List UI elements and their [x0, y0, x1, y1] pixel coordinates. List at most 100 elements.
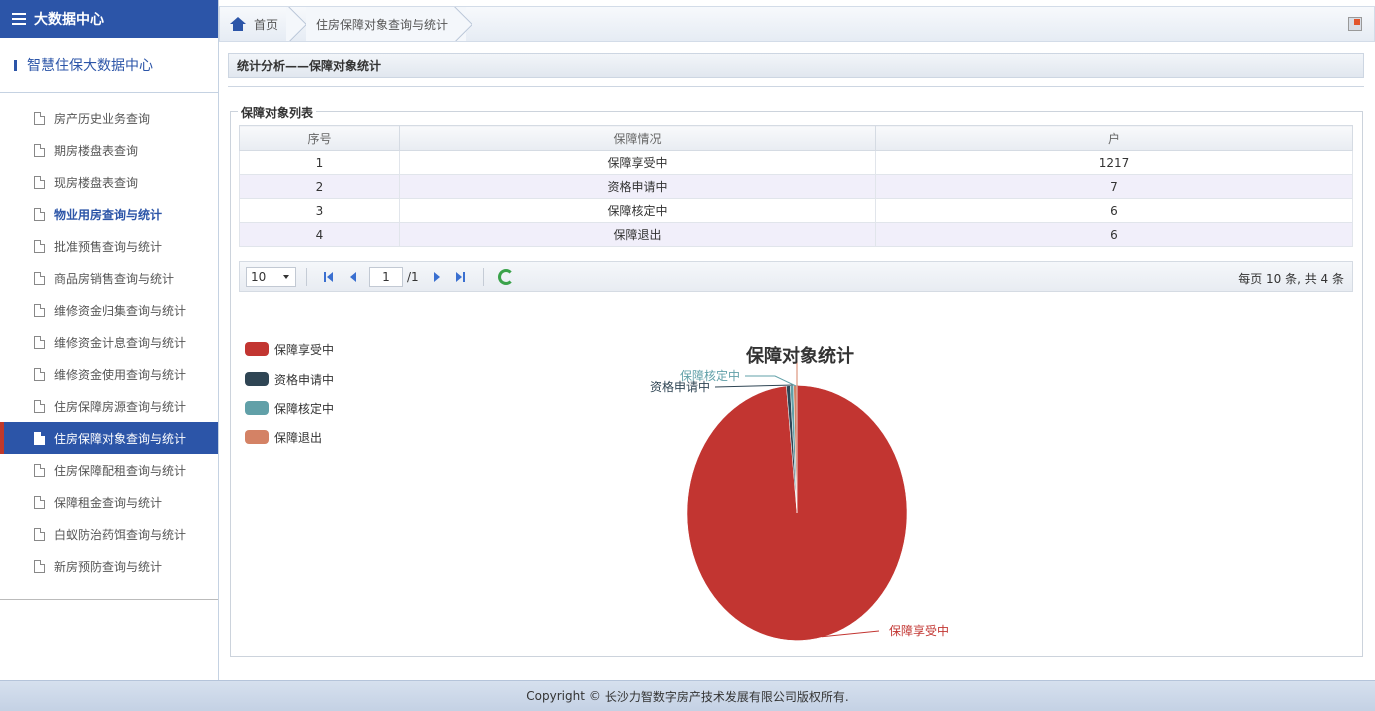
sidebar-item-housing-source[interactable]: 住房保障房源查询与统计	[0, 390, 218, 422]
document-icon	[34, 559, 45, 573]
pager-separator	[482, 267, 484, 286]
document-icon	[34, 143, 45, 157]
sidebar-item-label: 保障租金查询与统计	[54, 495, 163, 510]
next-page-icon[interactable]	[429, 269, 445, 285]
document-icon	[34, 175, 45, 189]
copyright-symbol: ©	[588, 689, 601, 703]
page-number-input[interactable]: 1	[369, 266, 403, 287]
legend-swatch	[245, 430, 269, 444]
sidebar: 大数据中心 智慧住保大数据中心 房产历史业务查询 期房楼盘表查询 现房楼盘表查询…	[0, 0, 219, 680]
sidebar-item-termite-bait[interactable]: 白蚁防治药饵查询与统计	[0, 518, 218, 550]
sidebar-item-property-history[interactable]: 房产历史业务查询	[0, 102, 218, 134]
sidebar-item-fund-usage[interactable]: 维修资金使用查询与统计	[0, 358, 218, 390]
sidebar-item-property-rooms[interactable]: 物业用房查询与统计	[0, 198, 218, 230]
sidebar-item-label: 批准预售查询与统计	[54, 239, 163, 254]
table-cell: 3	[239, 198, 400, 223]
document-icon	[34, 335, 45, 349]
pagination-bar: 10 1 /1 每页 10 条, 共 4 条	[239, 261, 1353, 292]
legend-label: 保障退出	[274, 430, 323, 445]
document-icon	[34, 207, 45, 221]
table-row[interactable]: 1 保障享受中 1217	[239, 150, 1353, 175]
document-icon	[34, 271, 45, 285]
sidebar-item-rent[interactable]: 保障租金查询与统计	[0, 486, 218, 518]
chevron-down-icon	[283, 274, 289, 279]
section-divider	[228, 86, 1364, 87]
legend-item[interactable]: 资格申请中	[245, 371, 334, 387]
sidebar-item-label: 住房保障房源查询与统计	[54, 399, 187, 414]
sidebar-item-label: 住房保障配租查询与统计	[54, 463, 187, 478]
legend-item[interactable]: 保障核定中	[245, 400, 334, 416]
previous-page-icon[interactable]	[345, 269, 361, 285]
legend-label: 保障核定中	[274, 401, 335, 416]
sidebar-item-approved-presale[interactable]: 批准预售查询与统计	[0, 230, 218, 262]
legend-swatch	[245, 342, 269, 356]
sidebar-item-label: 住房保障对象查询与统计	[54, 431, 187, 446]
sidebar-item-fund-collection[interactable]: 维修资金归集查询与统计	[0, 294, 218, 326]
table-row[interactable]: 3 保障核定中 6	[239, 198, 1353, 223]
table-row[interactable]: 2 资格申请中 7	[239, 174, 1353, 199]
breadcrumb: 首页 住房保障对象查询与统计	[219, 6, 1375, 42]
document-icon	[34, 527, 45, 541]
sidebar-subheader[interactable]: 智慧住保大数据中心	[0, 38, 218, 93]
breadcrumb-home[interactable]: 首页	[230, 7, 278, 41]
section-title: 统计分析——保障对象统计	[237, 59, 382, 73]
pie-label: 保障核定中	[680, 368, 740, 383]
table-cell: 保障核定中	[399, 198, 876, 223]
sidebar-item-housing-target[interactable]: 住房保障对象查询与统计	[0, 422, 218, 454]
table-cell: 2	[239, 174, 400, 199]
table-row[interactable]: 4 保障退出 6	[239, 222, 1353, 247]
sidebar-item-existing-building[interactable]: 现房楼盘表查询	[0, 166, 218, 198]
sidebar-item-label: 维修资金使用查询与统计	[54, 367, 187, 382]
refresh-icon[interactable]	[497, 268, 514, 285]
sidebar-brand[interactable]: 大数据中心	[0, 0, 218, 38]
sidebar-item-housing-allocation[interactable]: 住房保障配租查询与统计	[0, 454, 218, 486]
sidebar-item-presale-building[interactable]: 期房楼盘表查询	[0, 134, 218, 166]
sidebar-item-label: 物业用房查询与统计	[54, 207, 163, 222]
document-icon	[34, 239, 45, 253]
chart-title: 保障对象统计	[746, 346, 854, 367]
document-icon	[34, 111, 45, 125]
table-cell: 6	[875, 222, 1353, 247]
sidebar-item-label: 商品房销售查询与统计	[54, 271, 175, 286]
page-size-select[interactable]: 10	[246, 266, 296, 287]
sidebar-item-commercial-sales[interactable]: 商品房销售查询与统计	[0, 262, 218, 294]
footer: Copyright © 长沙力智数字房产技术发展有限公司版权所有.	[0, 680, 1375, 711]
legend-item[interactable]: 保障退出	[245, 429, 322, 445]
section-title-bar: 统计分析——保障对象统计	[228, 53, 1364, 78]
table-cell: 1	[239, 150, 400, 175]
menu-icon	[12, 13, 26, 25]
table-cell: 资格申请中	[399, 174, 876, 199]
first-page-icon[interactable]	[321, 269, 337, 285]
legend-swatch	[245, 372, 269, 386]
window-restore-icon[interactable]	[1348, 17, 1362, 31]
document-icon	[34, 495, 45, 509]
pie-label-line	[745, 375, 797, 387]
sidebar-item-label: 房产历史业务查询	[54, 111, 151, 126]
breadcrumb-page-label: 住房保障对象查询与统计	[316, 17, 449, 32]
breadcrumb-home-label: 首页	[254, 17, 279, 32]
column-header-index[interactable]: 序号	[239, 125, 400, 151]
copyright-label: Copyright	[526, 689, 585, 703]
table-header-row: 序号 保障情况 户	[239, 125, 1353, 151]
home-icon	[230, 17, 246, 31]
table-cell: 保障享受中	[399, 150, 876, 175]
document-icon	[34, 463, 45, 477]
sidebar-menu: 房产历史业务查询 期房楼盘表查询 现房楼盘表查询 物业用房查询与统计 批准预售查…	[0, 93, 218, 582]
legend-swatch	[245, 401, 269, 415]
breadcrumb-separator-icon	[286, 7, 306, 41]
table-cell: 保障退出	[399, 222, 876, 247]
pie-chart: 保障享受中资格申请中保障核定中	[650, 361, 949, 641]
table-cell: 6	[875, 198, 1353, 223]
sidebar-item-fund-interest[interactable]: 维修资金计息查询与统计	[0, 326, 218, 358]
fieldset-legend: 保障对象列表	[238, 104, 317, 121]
breadcrumb-separator-icon	[452, 7, 472, 41]
legend-item[interactable]: 保障享受中	[245, 341, 334, 357]
legend-label: 保障享受中	[274, 342, 335, 357]
column-header-status[interactable]: 保障情况	[399, 125, 876, 151]
pager-separator	[306, 267, 307, 286]
sidebar-item-new-house-prevention[interactable]: 新房预防查询与统计	[0, 550, 218, 582]
sidebar-item-label: 新房预防查询与统计	[54, 559, 163, 574]
last-page-icon[interactable]	[453, 269, 469, 285]
breadcrumb-current-page[interactable]: 住房保障对象查询与统计	[306, 7, 467, 41]
column-header-households[interactable]: 户	[875, 125, 1353, 151]
